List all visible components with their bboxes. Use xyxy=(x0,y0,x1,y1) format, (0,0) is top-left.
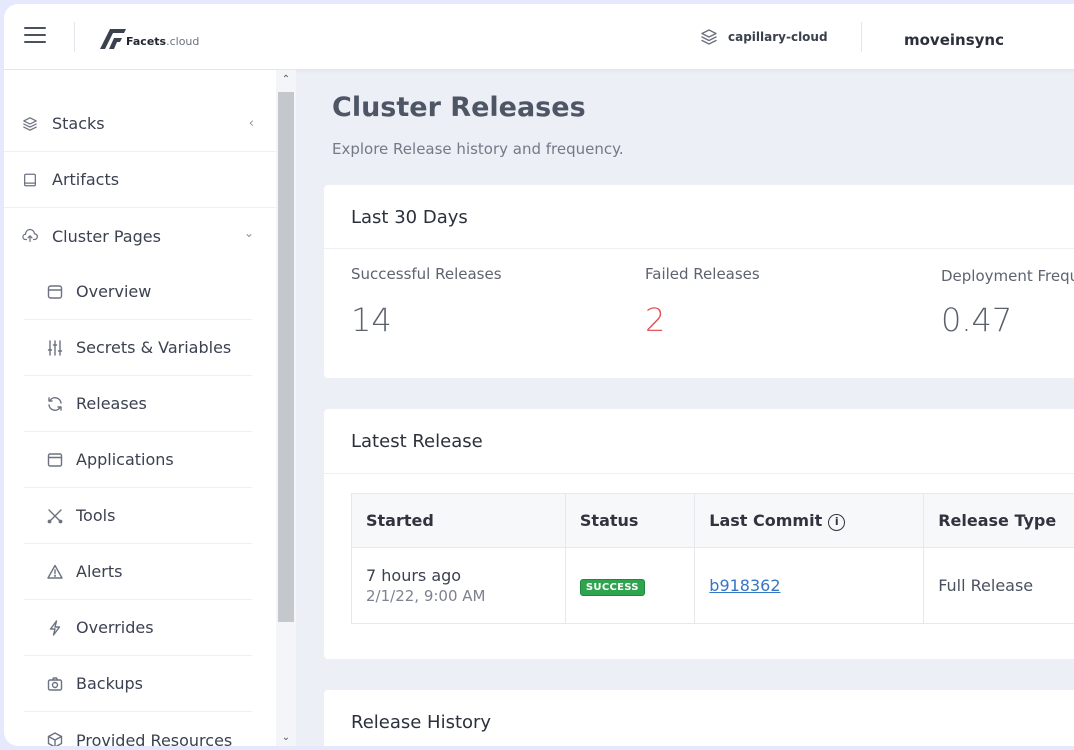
scrollbar-thumb[interactable] xyxy=(278,92,294,622)
info-icon[interactable]: i xyxy=(828,513,846,531)
bolt-icon xyxy=(49,619,61,636)
started-cell: 7 hours ago 2/1/22, 9:00 AM xyxy=(351,547,566,624)
commit-cell: b918362 xyxy=(694,547,925,624)
status-cell: SUCCESS xyxy=(564,547,696,624)
sidebar-item-provided-resources[interactable]: Provided Resources xyxy=(24,712,252,746)
logo-text-light: .cloud xyxy=(166,35,200,48)
stat-label: Successful Releases xyxy=(351,265,502,283)
status-badge: SUCCESS xyxy=(579,579,645,596)
summary-title: Last 30 Days xyxy=(351,207,468,228)
sidebar-item-artifacts[interactable]: Artifacts xyxy=(4,152,276,208)
sidebar-item-applications[interactable]: Applications xyxy=(24,432,252,488)
sidebar-item-cluster-pages[interactable]: Cluster Pages ⌄ xyxy=(4,208,276,264)
logo-text-bold: Facets xyxy=(126,35,167,48)
release-history-card: Release History xyxy=(324,690,1074,746)
sidebar-item-label: Artifacts xyxy=(52,170,120,189)
stack-name: capillary-cloud xyxy=(728,30,828,44)
facets-logo[interactable]: Facets.cloud xyxy=(98,25,199,51)
cloud-upload-icon xyxy=(22,228,38,242)
tools-icon xyxy=(47,508,63,523)
sliders-icon xyxy=(47,339,63,356)
sidebar-item-tools[interactable]: Tools xyxy=(24,488,252,544)
sidebar-item-secrets-variables[interactable]: Secrets & Variables xyxy=(24,320,252,376)
sidebar-item-label: Releases xyxy=(76,394,147,413)
latest-release-card: Latest Release Started Status Last Commi… xyxy=(324,409,1074,659)
hamburger-menu-icon[interactable] xyxy=(24,27,46,45)
app-window: Facets.cloud capillary-cloud moveinsync … xyxy=(4,4,1074,746)
started-relative: 7 hours ago xyxy=(366,566,462,585)
box-icon xyxy=(47,732,63,746)
sidebar-item-label: Secrets & Variables xyxy=(76,338,232,357)
chevron-down-icon[interactable]: ⌄ xyxy=(244,226,254,240)
sidebar-item-releases[interactable]: Releases xyxy=(24,376,252,432)
commit-link[interactable]: b918362 xyxy=(709,576,780,595)
layers-icon xyxy=(23,116,37,131)
camera-icon xyxy=(47,676,63,691)
sidebar-item-label: Overrides xyxy=(76,618,154,637)
layers-icon xyxy=(701,29,717,45)
chevron-left-icon[interactable]: ‹ xyxy=(249,116,254,131)
archive-icon xyxy=(47,284,63,299)
sidebar-item-label: Provided Resources xyxy=(76,730,233,747)
started-absolute: 2/1/22, 9:00 AM xyxy=(366,587,486,605)
header-divider xyxy=(861,22,862,52)
sidebar-item-alerts[interactable]: Alerts xyxy=(24,544,252,600)
sidebar-item-label: Tools xyxy=(76,506,116,525)
sidebar-scrollbar[interactable]: ⌃ ⌄ xyxy=(276,70,296,746)
sidebar-item-stacks[interactable]: Stacks ‹ xyxy=(4,96,276,152)
stat-value: 14 xyxy=(351,301,392,339)
tablet-icon xyxy=(24,173,36,186)
warning-icon xyxy=(47,564,63,579)
sidebar-item-label: Overview xyxy=(76,282,152,301)
column-header[interactable]: Status xyxy=(564,493,696,548)
column-header-last-commit[interactable]: Last Commit i xyxy=(694,493,925,548)
stat-successful-releases: Successful Releases 14 xyxy=(351,265,502,339)
stat-deployment-frequency: Deployment Frequency 0.47 xyxy=(941,267,1074,339)
sidebar: Stacks ‹ Artifacts Cluster Pages ⌄ Overv… xyxy=(4,70,276,746)
main-content: Cluster Releases Explore Release history… xyxy=(296,70,1074,746)
org-name[interactable]: moveinsync xyxy=(904,31,1004,49)
summary-card: Last 30 Days Successful Releases 14 Fail… xyxy=(324,185,1074,378)
stat-value: 0.47 xyxy=(941,301,1013,339)
page-subtitle: Explore Release history and frequency. xyxy=(332,140,624,158)
sidebar-item-overrides[interactable]: Overrides xyxy=(24,600,252,656)
sidebar-item-label: Stacks xyxy=(52,114,105,133)
header-divider xyxy=(74,22,75,52)
sidebar-item-label: Alerts xyxy=(76,562,123,581)
sidebar-item-label: Backups xyxy=(76,674,143,693)
sidebar-item-backups[interactable]: Backups xyxy=(24,656,252,712)
stat-label: Deployment Frequency xyxy=(941,267,1074,285)
latest-release-table: Started Status Last Commit i Release Type… xyxy=(351,493,1074,624)
scroll-down-icon[interactable]: ⌄ xyxy=(276,730,296,746)
table-row: 7 hours ago 2/1/22, 9:00 AM SUCCESS b918… xyxy=(351,547,1074,624)
stat-label: Failed Releases xyxy=(645,265,760,283)
refresh-icon xyxy=(48,396,62,411)
window-icon xyxy=(47,452,63,467)
latest-release-title: Latest Release xyxy=(351,431,483,452)
release-history-title: Release History xyxy=(351,712,492,733)
facets-logo-mark-icon xyxy=(100,29,126,49)
sidebar-item-label: Cluster Pages xyxy=(52,226,161,246)
sidebar-item-overview[interactable]: Overview xyxy=(24,264,252,320)
stat-value: 2 xyxy=(645,301,666,339)
page-title: Cluster Releases xyxy=(332,92,586,123)
stat-failed-releases: Failed Releases 2 xyxy=(645,265,760,339)
release-type-cell: Full Release xyxy=(923,547,1074,624)
stack-selector[interactable]: capillary-cloud xyxy=(700,28,828,46)
column-header[interactable]: Release Type xyxy=(923,493,1074,548)
column-header[interactable]: Started xyxy=(351,493,566,548)
sidebar-item-label: Applications xyxy=(76,450,174,469)
top-header: Facets.cloud capillary-cloud moveinsync xyxy=(4,4,1074,70)
scroll-up-icon[interactable]: ⌃ xyxy=(276,72,296,88)
